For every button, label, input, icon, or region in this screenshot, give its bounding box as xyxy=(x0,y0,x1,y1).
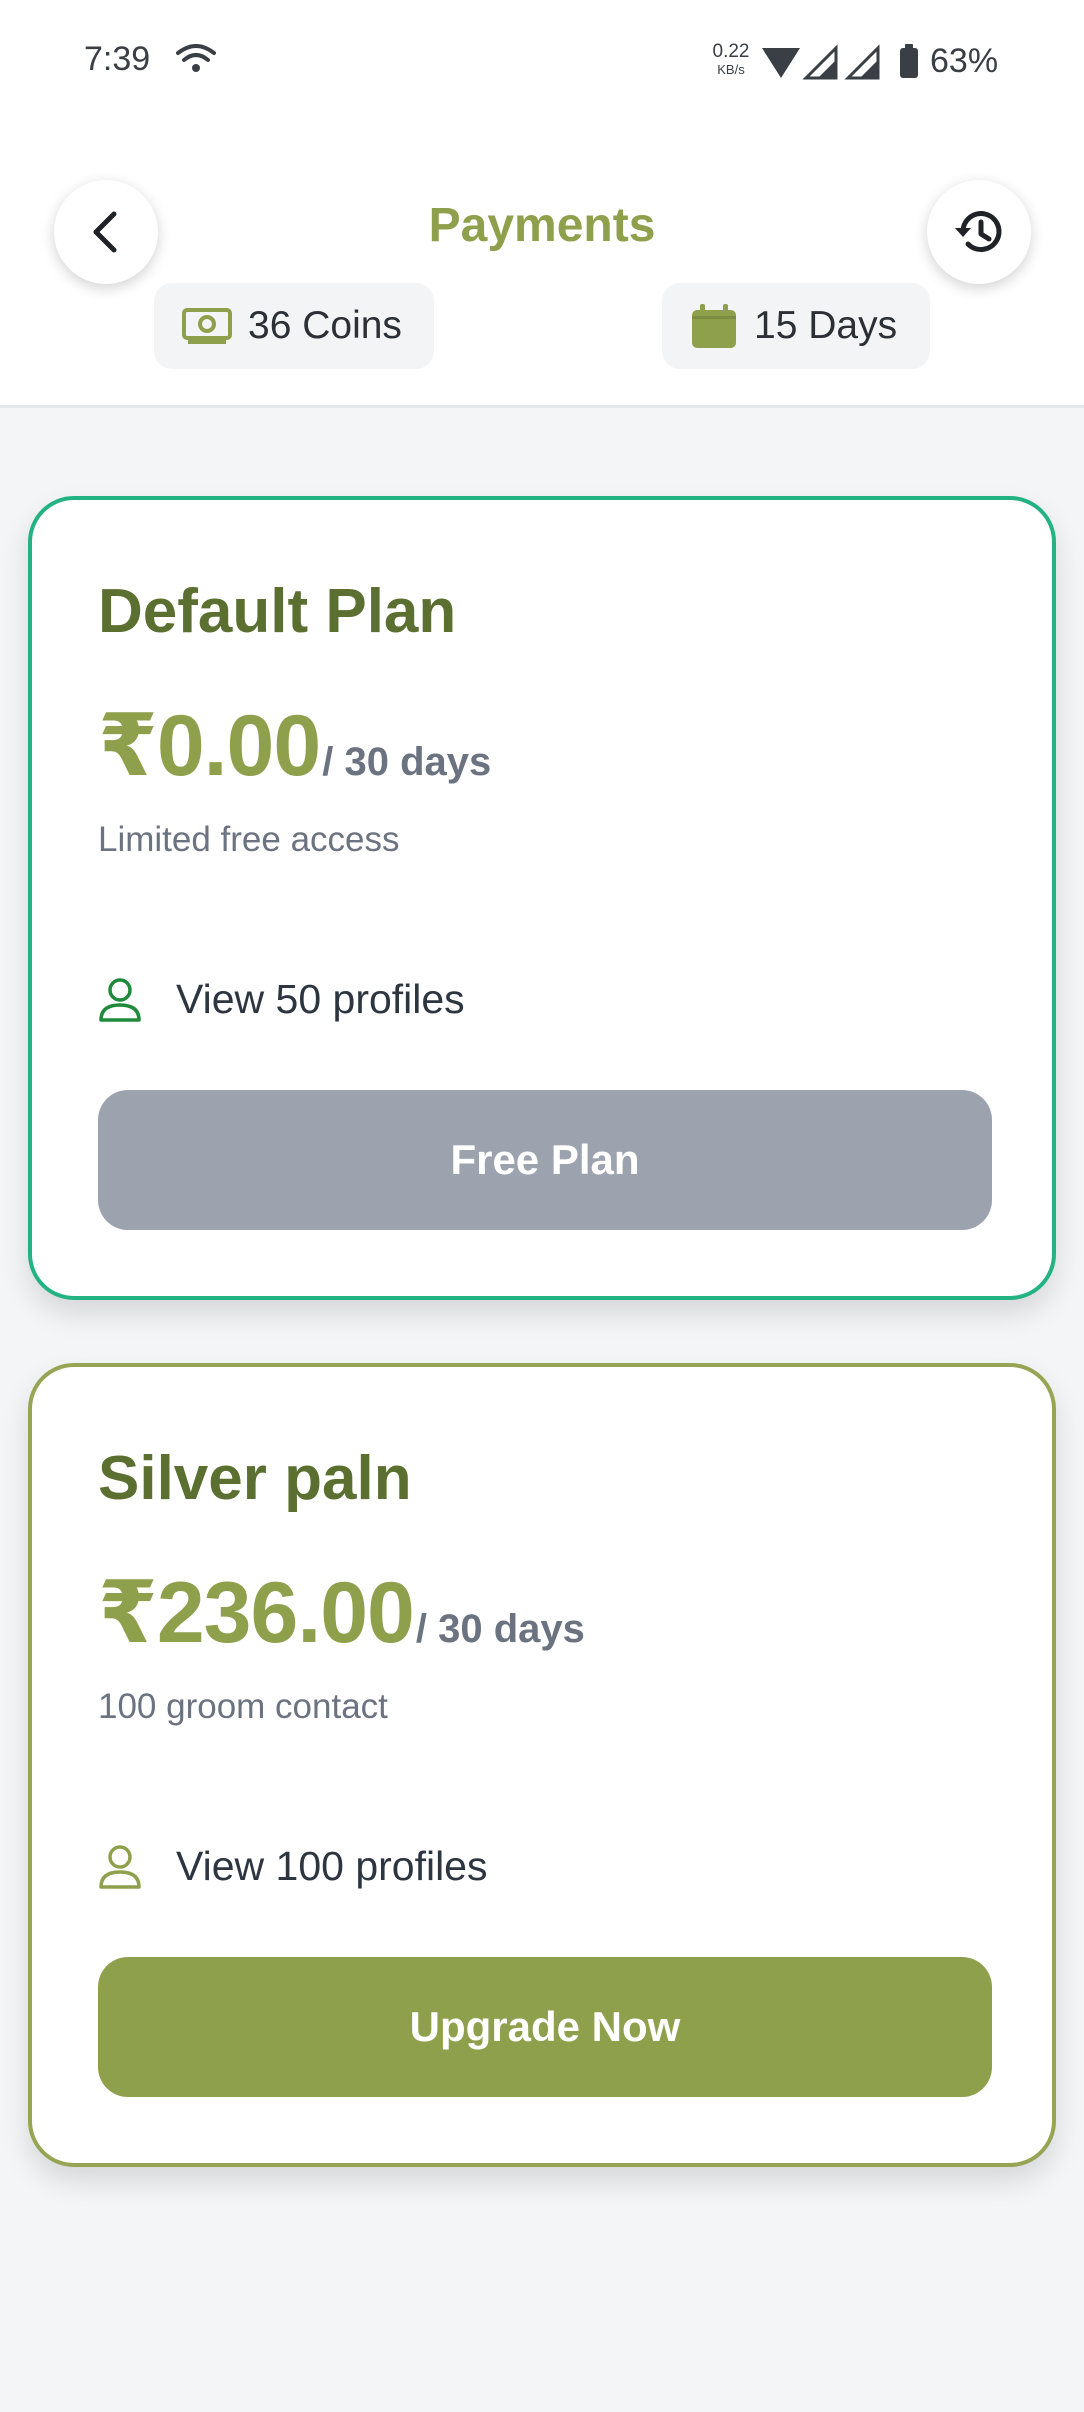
person-icon xyxy=(99,1844,141,1889)
plan-feature: View 50 profiles xyxy=(98,976,465,1023)
plan-name: Silver paln xyxy=(98,1444,412,1513)
plan-description: 100 groom contact xyxy=(98,1687,388,1726)
status-bar: 7:39 0.22 KB/s 63% xyxy=(0,0,1084,120)
feature-text: View 50 profiles xyxy=(176,976,465,1022)
days-remaining: 15 Days xyxy=(754,304,898,347)
money-icon xyxy=(182,308,232,344)
free-plan-button[interactable]: Free Plan xyxy=(98,1090,992,1230)
network-speed-value: 0.22 xyxy=(712,41,750,62)
wifi-full-icon xyxy=(762,48,800,78)
days-chip: 15 Days xyxy=(662,283,930,369)
history-icon xyxy=(955,211,1002,253)
plan-name: Default Plan xyxy=(98,577,457,646)
plan-feature: View 100 profiles xyxy=(98,1843,487,1890)
plan-card-default: Default Plan ₹0.00 / 30 days Limited fre… xyxy=(28,496,1056,1300)
calendar-icon xyxy=(692,304,736,348)
battery-icon xyxy=(900,48,918,78)
plan-period: / 30 days xyxy=(415,1607,585,1651)
payment-history-button[interactable] xyxy=(927,180,1031,284)
plan-price: ₹0.00 xyxy=(98,698,321,794)
battery-percent: 63% xyxy=(930,42,999,80)
plan-description: Limited free access xyxy=(98,820,400,859)
price-row: ₹236.00 / 30 days xyxy=(98,1563,585,1663)
network-speed: 0.22 KB/s xyxy=(708,42,754,76)
wifi-icon xyxy=(176,44,216,72)
price-row: ₹0.00 / 30 days xyxy=(98,696,491,796)
network-speed-unit: KB/s xyxy=(717,62,745,77)
page-title: Payments xyxy=(428,199,656,252)
status-time: 7:39 xyxy=(84,40,151,78)
signal-battery-icons xyxy=(762,44,918,80)
upgrade-now-button[interactable]: Upgrade Now xyxy=(98,1957,992,2097)
plan-period: / 30 days xyxy=(322,740,492,784)
person-icon xyxy=(99,977,141,1022)
coins-balance: 36 Coins xyxy=(248,304,402,347)
plan-card-silver: Silver paln ₹236.00 / 30 days 100 groom … xyxy=(28,1363,1056,2167)
plan-price: ₹236.00 xyxy=(98,1565,415,1661)
coins-chip: 36 Coins xyxy=(154,283,434,369)
feature-text: View 100 profiles xyxy=(176,1843,488,1889)
header: Payments 36 Coins 15 Days xyxy=(0,120,1084,408)
